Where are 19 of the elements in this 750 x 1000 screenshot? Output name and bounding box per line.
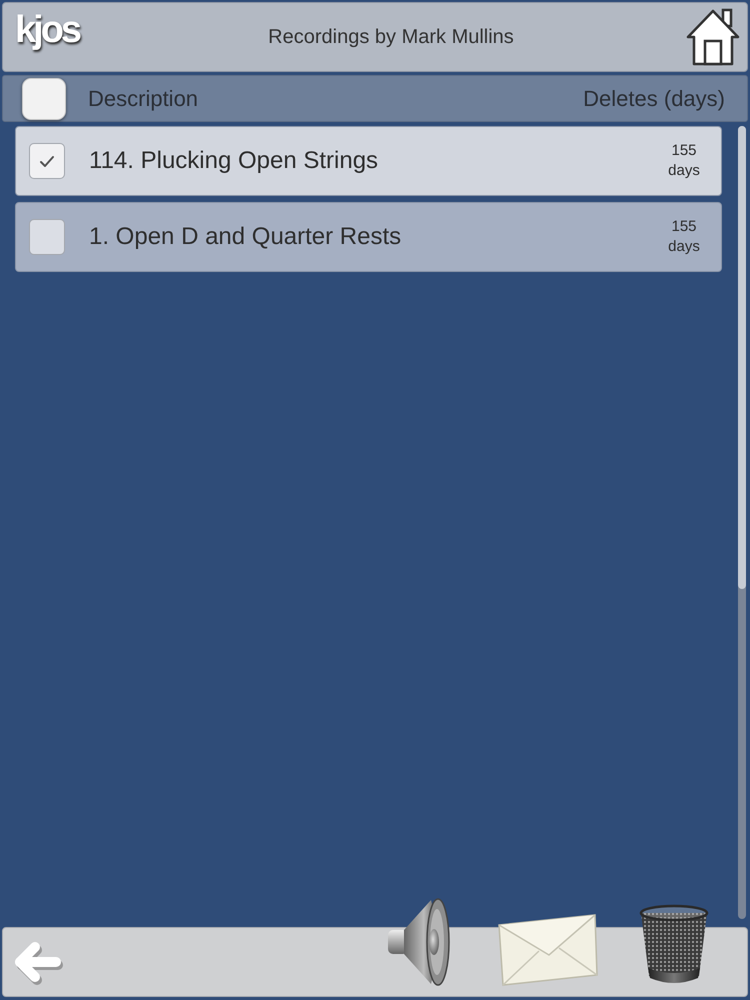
logo: kjos [15,11,80,49]
recording-title: 114. Plucking Open Strings [89,146,378,176]
deletes-in-text: 155 days [667,217,701,257]
page-title: Recordings by Mark Mullins [267,25,514,50]
home-icon[interactable] [685,7,741,67]
scrollbar-thumb[interactable] [738,126,746,589]
recording-row[interactable]: 114. Plucking Open Strings 155 days [15,126,722,196]
check-icon [39,154,55,168]
column-header: Description [88,85,198,113]
select-all-checkbox[interactable] [22,78,66,120]
envelope-icon[interactable] [497,913,599,987]
row-checkbox[interactable] [29,143,65,179]
speaker-icon[interactable] [387,897,451,987]
recording-row[interactable]: 1. Open D and Quarter Rests 155 days [15,202,722,272]
column-header: Deletes (days) [583,85,725,113]
scrollbar-track[interactable] [738,126,746,919]
row-checkbox[interactable] [29,219,65,255]
deletes-in-text: 155 days [667,141,701,181]
recording-title: 1. Open D and Quarter Rests [89,222,402,252]
